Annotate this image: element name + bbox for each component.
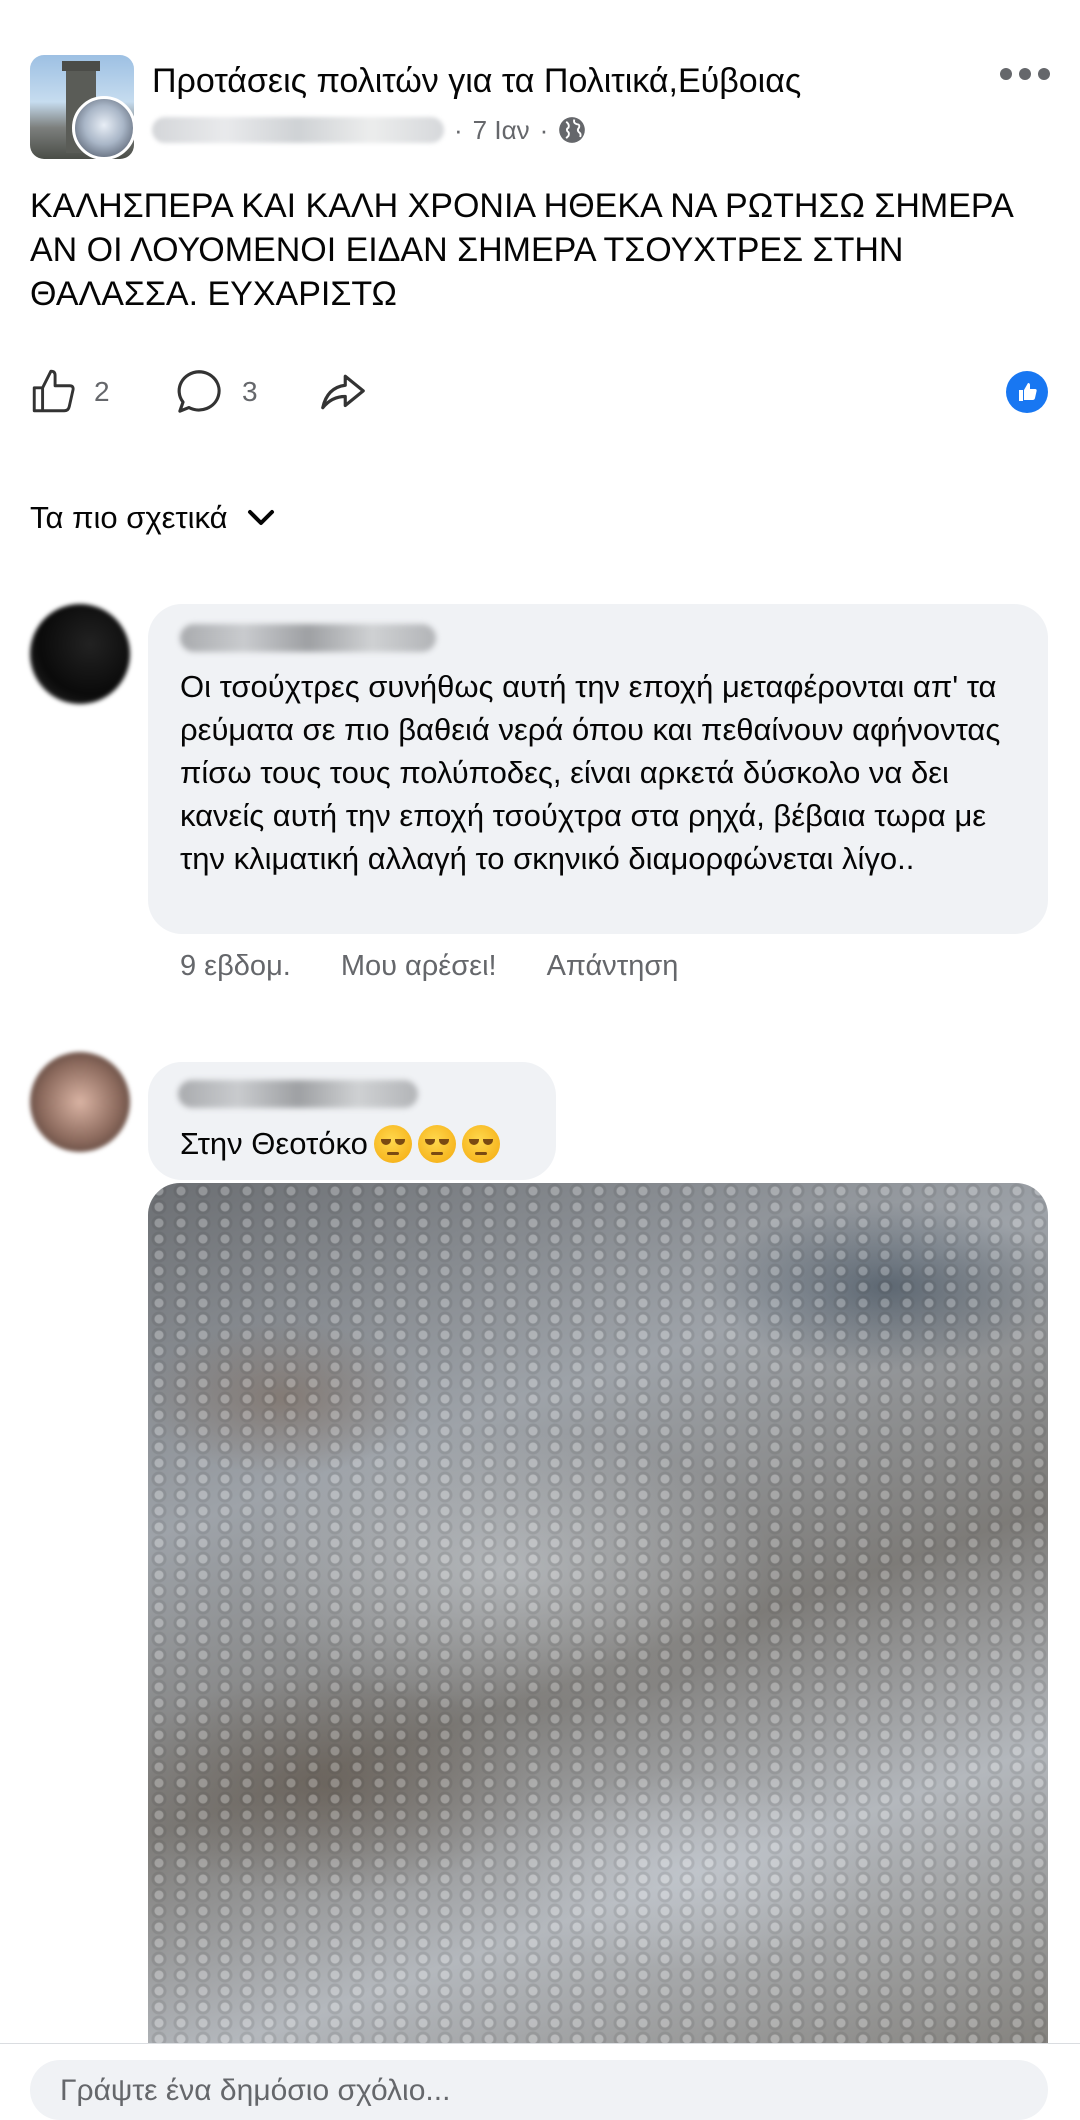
chevron-down-icon <box>247 510 274 525</box>
group-name[interactable]: Προτάσεις πολιτών για τα Πολιτικά,Εύβοια… <box>152 62 801 101</box>
rolling-eyes-emoji-icon <box>373 1124 412 1163</box>
comment-input[interactable]: Γράψτε ένα δημόσιο σχόλιο... <box>30 2060 1048 2120</box>
thumbs-up-icon <box>32 369 75 413</box>
comment-meta: 9 εβδομ. Μου αρέσει! Απάντηση <box>180 950 728 983</box>
commenter-name-redacted[interactable] <box>180 624 436 652</box>
comment-text: Οι τσούχτρες συνήθως αυτή την εποχή μετα… <box>180 669 1001 876</box>
separator: · <box>454 114 463 145</box>
sort-label: Τα πιο σχετικά <box>30 500 228 535</box>
post-subtitle: · 7 Ιαν · <box>152 112 586 148</box>
comment-photo[interactable] <box>148 1183 1048 2043</box>
share-button[interactable] <box>316 362 370 422</box>
comment-text-row: Στην Θεοτόκο <box>180 1122 540 1165</box>
like-count: 2 <box>94 376 110 407</box>
comment-sort-button[interactable]: Τα πιο σχετικά <box>30 500 276 536</box>
comment-time[interactable]: 9 εβδομ. <box>180 950 291 983</box>
share-icon <box>321 374 365 410</box>
comment-text: Στην Θεοτόκο <box>180 1126 368 1161</box>
rolling-eyes-emoji-icon <box>461 1124 500 1163</box>
globe-icon <box>559 117 586 143</box>
comment-icon <box>177 370 221 413</box>
post-text: ΚΑΛΗΣΠΕΡΑ ΚΑΙ ΚΑΛΗ ΧΡΟΝΙΑ ΗΘΕΚΑ ΝΑ ΡΩΤΗΣ… <box>30 187 1012 313</box>
post-time[interactable]: 7 Ιαν <box>473 115 530 146</box>
commenter-avatar[interactable] <box>30 604 130 704</box>
comment-like-link[interactable]: Μου αρέσει! <box>341 950 497 983</box>
commenter-name-redacted[interactable] <box>178 1080 418 1108</box>
comment-button[interactable]: 3 <box>172 362 258 422</box>
author-name-redacted[interactable] <box>152 117 444 143</box>
comment-reply-link[interactable]: Απάντηση <box>547 950 679 983</box>
commenter-avatar[interactable] <box>30 1052 130 1152</box>
comment-count: 3 <box>242 376 258 407</box>
like-reaction-icon[interactable] <box>1006 371 1048 413</box>
separator: · <box>539 114 549 145</box>
rolling-eyes-emoji-icon <box>417 1124 456 1163</box>
more-icon[interactable] <box>1000 62 1050 86</box>
author-avatar[interactable] <box>72 96 136 160</box>
like-button[interactable]: 2 <box>28 362 110 422</box>
